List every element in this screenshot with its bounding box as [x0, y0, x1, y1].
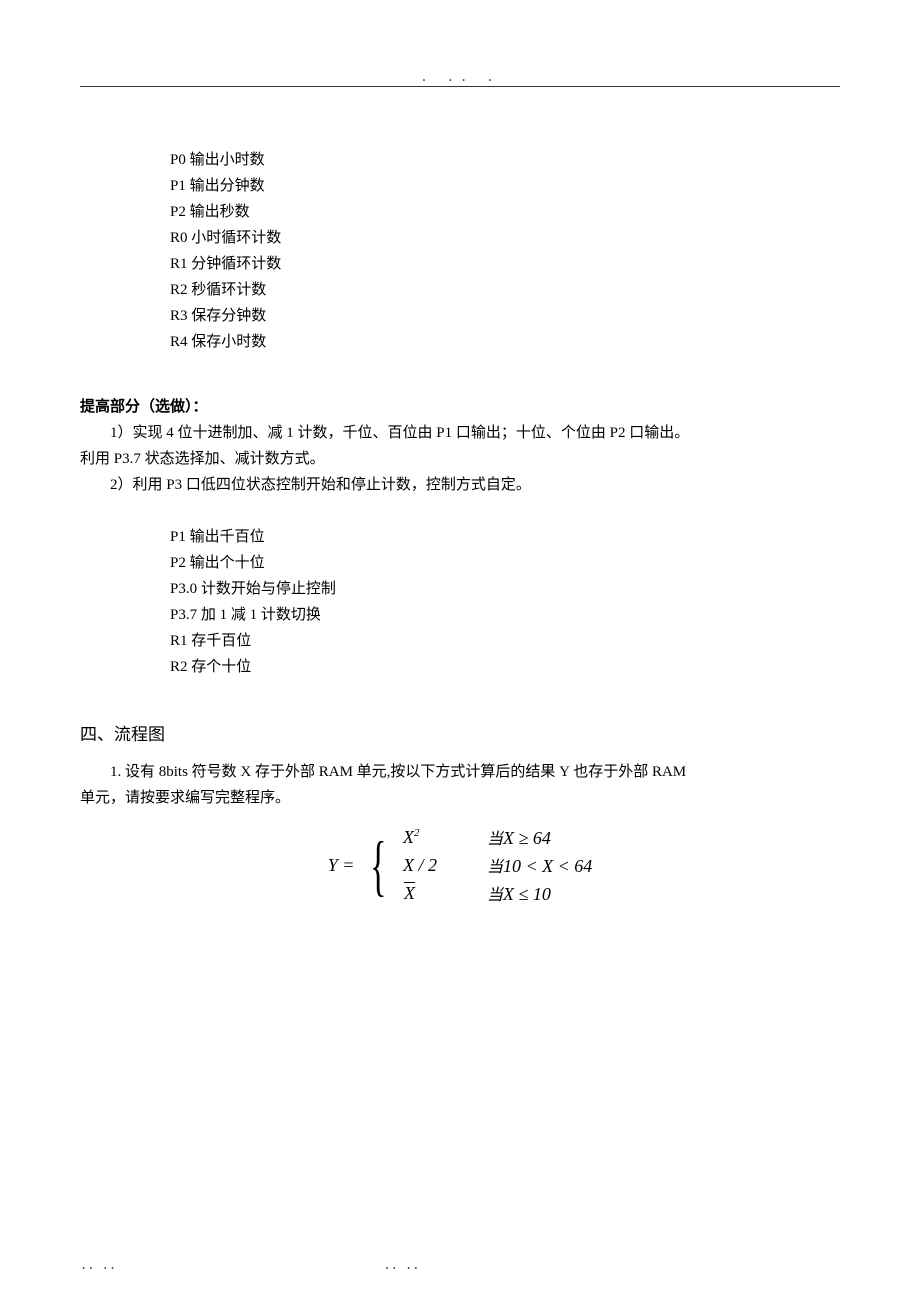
enhance-heading: 提高部分（选做）：	[80, 395, 840, 416]
list-item: P2 输出个十位	[170, 550, 840, 576]
list-item: R2 秒循环计数	[170, 277, 840, 303]
piecewise-formula: Y = { X2 当X ≥ 64 X / 2 当10 < X < 64 X 当X…	[80, 825, 840, 905]
case-expr: X / 2	[403, 855, 437, 876]
footer-right: .. ..	[383, 1258, 419, 1272]
footer-left: .. ..	[80, 1258, 116, 1272]
enhance-body: 1）实现 4 位十进制加、减 1 计数，千位、百位由 P1 口输出；十位、个位由…	[80, 420, 840, 498]
paragraph: 单元，请按要求编写完整程序。	[80, 785, 840, 811]
case-expr: X2	[403, 827, 437, 848]
case-cond: 当10 < X < 64	[487, 853, 592, 877]
list-item: P2 输出秒数	[170, 199, 840, 225]
list-item: P1 输出分钟数	[170, 173, 840, 199]
paragraph: 1. 设有 8bits 符号数 X 存于外部 RAM 单元,按以下方式计算后的结…	[80, 759, 840, 785]
paragraph: 1）实现 4 位十进制加、减 1 计数，千位、百位由 P1 口输出；十位、个位由…	[80, 420, 840, 446]
list-item: R3 保存分钟数	[170, 303, 840, 329]
list-item: R1 存千百位	[170, 628, 840, 654]
list-item: R1 分钟循环计数	[170, 251, 840, 277]
header-rule: . .. .	[80, 70, 840, 87]
list-item: P3.7 加 1 减 1 计数切换	[170, 602, 840, 628]
list-item: P0 输出小时数	[170, 147, 840, 173]
left-brace-icon: {	[371, 831, 387, 899]
list-item: P1 输出千百位	[170, 524, 840, 550]
list-item: P3.0 计数开始与停止控制	[170, 576, 840, 602]
formula-cases: X2 当X ≥ 64 X / 2 当10 < X < 64 X 当X ≤ 10	[403, 825, 592, 905]
list-item: R4 保存小时数	[170, 329, 840, 355]
list-item: R2 存个十位	[170, 654, 840, 680]
paragraph: 利用 P3.7 状态选择加、减计数方式。	[80, 446, 840, 472]
case-cond: 当X ≤ 10	[487, 881, 592, 905]
case-expr: X	[403, 883, 437, 904]
section-4-heading: 四、流程图	[80, 720, 840, 745]
footer-dots: .. .. .. ..	[80, 1258, 840, 1272]
register-list-2: P1 输出千百位 P2 输出个十位 P3.0 计数开始与停止控制 P3.7 加 …	[80, 524, 840, 680]
case-cond: 当X ≥ 64	[487, 825, 592, 849]
section-4-body: 1. 设有 8bits 符号数 X 存于外部 RAM 单元,按以下方式计算后的结…	[80, 759, 840, 811]
page: . .. . P0 输出小时数 P1 输出分钟数 P2 输出秒数 R0 小时循环…	[0, 0, 920, 1302]
list-item: R0 小时循环计数	[170, 225, 840, 251]
formula-lhs: Y =	[328, 855, 355, 876]
paragraph: 2）利用 P3 口低四位状态控制开始和停止计数，控制方式自定。	[80, 472, 840, 498]
register-list-1: P0 输出小时数 P1 输出分钟数 P2 输出秒数 R0 小时循环计数 R1 分…	[80, 147, 840, 355]
